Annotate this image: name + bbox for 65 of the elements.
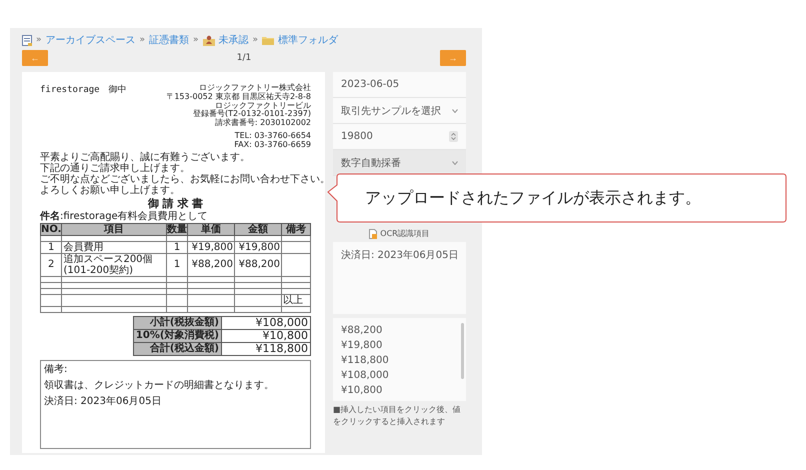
greeting-line: ご不明な点などございましたら、お気軽にお問い合わせ下さい。 bbox=[40, 174, 325, 185]
remarks-label: 備考: bbox=[44, 364, 68, 375]
issuer-line: 請求書番号: 2030102002 bbox=[214, 119, 311, 128]
document-icon bbox=[369, 228, 378, 238]
hint-text: ■挿入したい項目をクリック後、値をクリックすると挿入されます bbox=[333, 404, 462, 428]
column-header: 単価 bbox=[188, 223, 234, 236]
subject-line: 件名:firestorage有料会員費用として bbox=[40, 210, 209, 222]
candidate-value[interactable]: ¥108,000 bbox=[341, 368, 389, 383]
contact-line: FAX: 03-3760-6659 bbox=[234, 140, 311, 150]
candidate-value[interactable]: ¥118,800 bbox=[341, 353, 389, 368]
table-cell: 以上 bbox=[282, 294, 310, 306]
issuer-line: ロジックファクトリービル bbox=[215, 102, 311, 110]
total-value: ¥108,000 bbox=[222, 316, 310, 330]
ocr-text-area[interactable]: 決済日: 2023年06月05日 bbox=[333, 242, 466, 314]
issuer-line: ロジックファクトリー株式会社 bbox=[199, 84, 311, 92]
date-field[interactable]: 2023-06-05 bbox=[333, 72, 466, 98]
separator: » bbox=[193, 35, 199, 45]
column-header: 金額 bbox=[234, 223, 282, 236]
greeting-line: 下記の通りご請求申し上げます。 bbox=[40, 162, 190, 174]
column-header: 項目 bbox=[62, 223, 166, 236]
document-title: 御 請 求 書 bbox=[148, 198, 204, 210]
scrollbar bbox=[461, 323, 464, 379]
table-cell: ¥88,200 bbox=[234, 253, 282, 276]
column-header: 備考 bbox=[282, 223, 310, 236]
total-label: 小計(税抜金額) bbox=[133, 316, 222, 330]
column-header: NO. bbox=[40, 223, 62, 236]
document-icon bbox=[22, 34, 32, 46]
page-indicator: 1/1 bbox=[236, 53, 252, 63]
table-cell: 2 bbox=[40, 253, 62, 276]
contact-line: TEL: 03-3760-6654 bbox=[234, 132, 311, 141]
separator: » bbox=[140, 35, 146, 45]
caret-icon bbox=[452, 108, 458, 112]
total-value: ¥118,800 bbox=[222, 342, 310, 356]
folder-icon bbox=[262, 36, 274, 44]
person-folder-icon bbox=[202, 34, 215, 46]
total-label: 10%(対象消費税) bbox=[133, 329, 222, 342]
table-cell: 追加スペース200個(101-200契約) bbox=[62, 253, 166, 276]
spinner-icon bbox=[449, 131, 458, 142]
column-header: 数量 bbox=[166, 223, 188, 236]
addressee: firestorage 御中 bbox=[40, 86, 127, 96]
callout-text: アップロードされたファイルが表示されます。 bbox=[365, 188, 701, 208]
table-cell: ¥88,200 bbox=[188, 253, 234, 276]
greeting-line: よろしくお願い申し上げます。 bbox=[40, 184, 180, 196]
caret-icon bbox=[452, 160, 458, 164]
ocr-label: OCR認識項目 bbox=[380, 228, 430, 239]
issuer-line: 〒153-0052 東京都 目黒区祐天寺2-8-8 bbox=[166, 92, 311, 102]
table-cell: 会員費用 bbox=[62, 241, 166, 254]
separator: » bbox=[252, 35, 258, 45]
table-cell: 1 bbox=[40, 241, 62, 254]
candidate-value[interactable]: ¥88,200 bbox=[341, 323, 382, 338]
table-cell: ¥19,800 bbox=[234, 241, 282, 254]
separator: » bbox=[36, 35, 42, 45]
candidate-value[interactable]: ¥19,800 bbox=[341, 338, 382, 353]
greeting-line: 平素よりご高配賜り、誠に有難うございます。 bbox=[40, 152, 250, 163]
total-label: 合計(税込金額) bbox=[133, 342, 222, 356]
candidate-value[interactable]: ¥10,800 bbox=[341, 383, 382, 398]
table-cell: ¥19,800 bbox=[188, 241, 234, 254]
table-cell: 1 bbox=[166, 253, 188, 276]
issuer-line: 登録番号(T2-0132-0101-2397) bbox=[193, 110, 311, 118]
remarks-line: 領収書は、クレジットカードの明細書となります。 bbox=[44, 380, 274, 391]
remarks-line: 決済日: 2023年06月05日 bbox=[44, 396, 162, 407]
dropdown[interactable]: 取引先サンプルを選択 bbox=[333, 98, 466, 124]
table-cell: 1 bbox=[166, 241, 188, 254]
total-value: ¥10,800 bbox=[222, 329, 310, 342]
number-field[interactable]: 19800 bbox=[333, 124, 466, 150]
